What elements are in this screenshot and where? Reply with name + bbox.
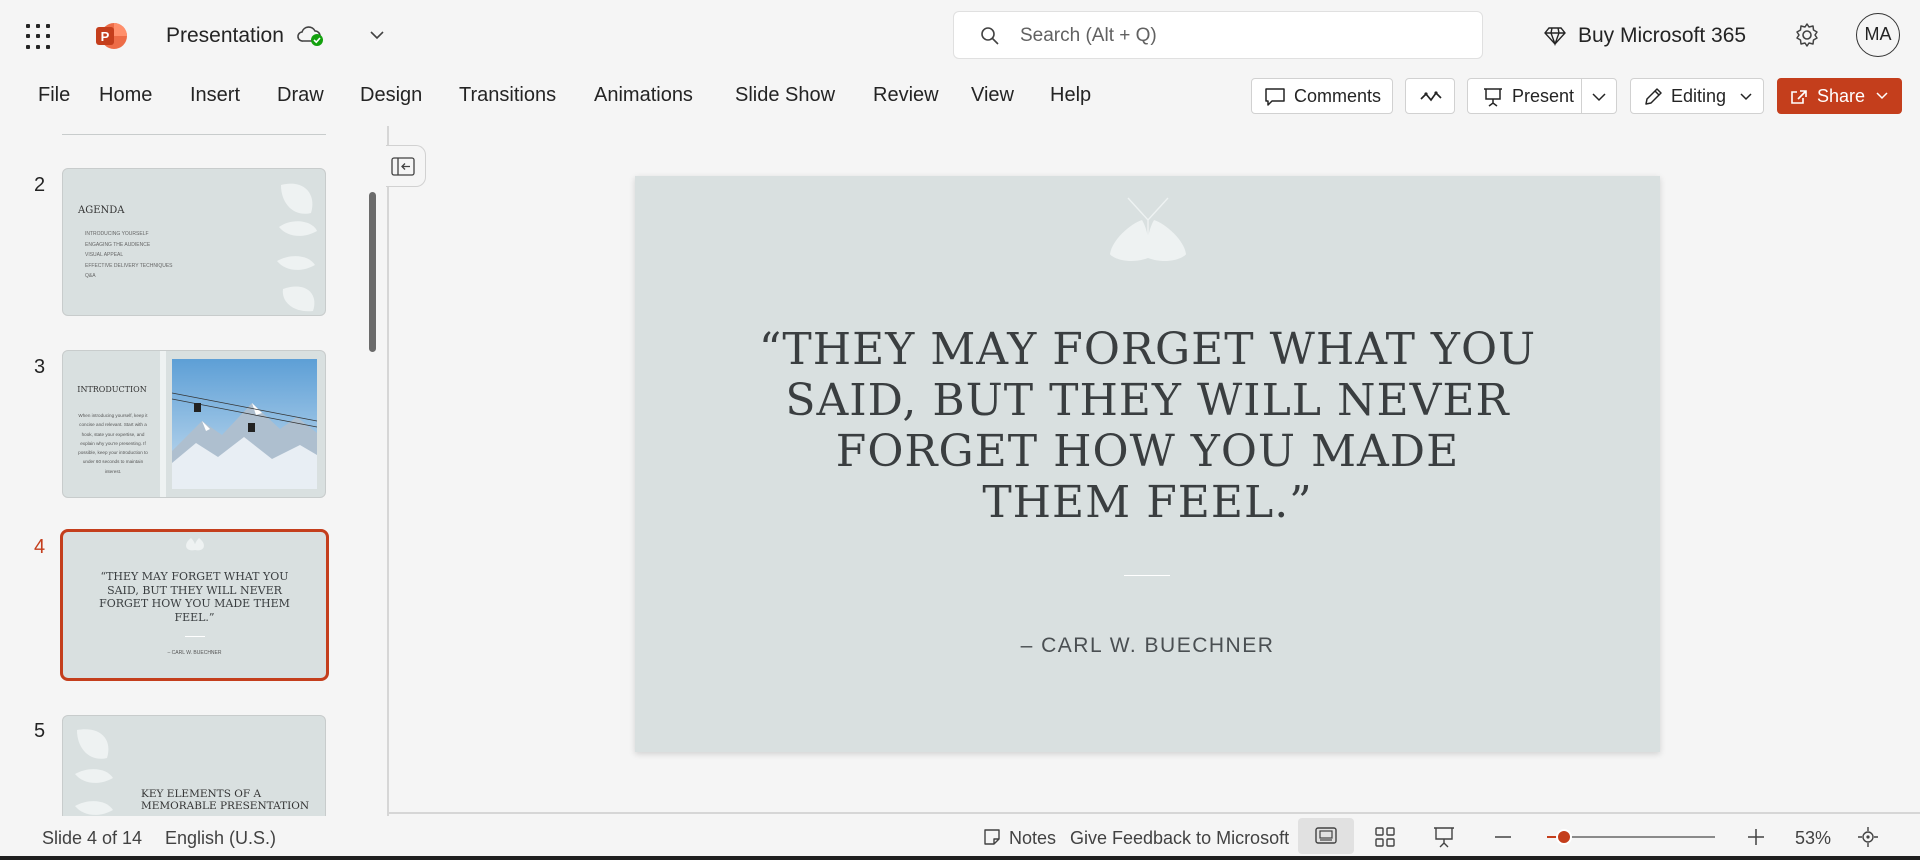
avatar[interactable]: MA [1856,13,1900,57]
editing-label: Editing [1671,86,1727,106]
slide-thumbnail-3[interactable]: INTRODUCTION When introducing yourself, … [62,350,326,498]
previous-thumb-edge [62,134,326,135]
thumb-title: KEY ELEMENTS OF A MEMORABLE PRESENTATION [141,788,310,812]
normal-view-icon [1315,827,1337,844]
mountain-photo [172,359,317,489]
app-launcher-icon[interactable] [26,24,52,50]
feedback-link[interactable]: Give Feedback to Microsoft [1070,828,1289,849]
thumb-title: AGENDA [78,205,125,216]
slide-number: 5 [34,720,46,742]
thumb-divider [160,351,166,497]
present-label: Present [1512,86,1575,106]
tab-view[interactable]: View [971,84,1014,107]
zoom-out-icon[interactable] [1493,827,1513,847]
leaf-decoration-icon [277,183,317,312]
language-indicator[interactable]: English (U.S.) [165,828,276,849]
cloud-saved-icon[interactable] [295,23,325,47]
diamond-icon [1544,26,1566,46]
chevron-down-icon[interactable] [368,26,386,44]
search-icon [980,26,1000,46]
chevron-down-icon[interactable] [1591,89,1607,105]
slide-thumbnail-5[interactable]: KEY ELEMENTS OF A MEMORABLE PRESENTATION [62,715,326,816]
thumb-quote: “THEY MAY FORGET WHAT YOU SAID, BUT THEY… [99,570,290,624]
comments-button[interactable]: Comments [1251,78,1393,114]
fit-to-window-icon[interactable] [1857,826,1879,848]
leaf-decoration-icon [186,538,204,551]
collapse-pane-button[interactable] [386,145,426,187]
powerpoint-logo-icon: P [96,21,128,51]
notes-divider [389,812,1920,814]
thumb-body: When introducing yourself, keep it conci… [78,413,148,474]
present-button[interactable]: Present [1467,78,1617,114]
catch-up-button[interactable] [1405,78,1455,114]
document-title[interactable]: Presentation [166,24,284,48]
share-button[interactable]: Share [1777,78,1902,114]
pencil-icon [1645,88,1662,105]
thumb-title: INTRODUCTION [77,385,147,394]
chevron-down-icon [1740,93,1752,101]
share-icon [1791,90,1807,104]
zoom-level[interactable]: 53% [1795,828,1831,849]
present-icon [1484,88,1502,107]
thumbnail-scrollbar[interactable] [369,192,376,352]
slide-thumbnail-2[interactable]: AGENDA INTRODUCING YOURSELF ENGAGING THE… [62,168,326,316]
gear-icon[interactable] [1794,22,1820,48]
slide-position: Slide 4 of 14 [42,828,143,848]
thumb-bullets: INTRODUCING YOURSELF ENGAGING THE AUDIEN… [85,231,173,279]
tab-home[interactable]: Home [99,84,152,107]
zoom-slider-track[interactable] [1555,836,1715,838]
notes-button[interactable]: Notes [1009,828,1056,849]
slide-thumbnail-pane[interactable]: 2 AGENDA INTRODUCING YOURSELF ENGAGING T… [0,126,385,816]
tab-file[interactable]: File [38,84,70,107]
tab-animations[interactable]: Animations [594,84,693,107]
pane-divider[interactable] [387,126,389,816]
reading-view-icon[interactable] [1433,825,1455,849]
leaf-decoration-icon [75,729,113,815]
tab-help[interactable]: Help [1050,84,1091,107]
tab-draw[interactable]: Draw [277,84,324,107]
split-divider [1581,79,1582,113]
comment-icon [1265,88,1285,106]
normal-view-button-active[interactable] [1298,818,1354,854]
comments-label: Comments [1294,86,1382,106]
slide-canvas[interactable]: “THEY MAY FORGET WHAT YOU SAID, BUT THEY… [635,176,1660,752]
slide-thumbnail-4[interactable]: “THEY MAY FORGET WHAT YOU SAID, BUT THEY… [60,529,329,681]
quote-divider [1124,575,1170,576]
tab-insert[interactable]: Insert [190,84,240,107]
share-label: Share [1817,86,1866,106]
slide-sorter-icon[interactable] [1374,826,1396,848]
tab-slide-show[interactable]: Slide Show [735,84,835,107]
editing-mode-button[interactable]: Editing [1630,78,1764,114]
zoom-slider-thumb[interactable] [1556,829,1572,845]
notes-icon[interactable] [982,827,1002,847]
collapse-pane-icon [391,157,415,176]
thumb-author: – CARL W. BUECHNER [167,650,222,656]
thumb-divider [185,636,205,637]
taskbar-edge [0,856,1920,860]
chevron-down-icon [1876,92,1888,100]
slide-number: 2 [34,174,46,196]
leaf-decoration-icon [1110,197,1186,262]
tab-design[interactable]: Design [360,84,422,107]
search-box[interactable]: Search (Alt + Q) [953,11,1483,59]
slide-number: 3 [34,356,46,378]
zoom-in-icon[interactable] [1746,827,1766,847]
buy-microsoft-365-button[interactable]: Buy Microsoft 365 [1578,24,1746,48]
slide-quote[interactable]: “THEY MAY FORGET WHAT YOU SAID, BUT THEY… [755,324,1540,528]
tab-review[interactable]: Review [873,84,939,107]
slide-number-selected: 4 [34,536,46,558]
slide-author[interactable]: – CARL W. BUECHNER [635,634,1660,658]
title-bar: P Presentation Search (Alt + Q) Buy Micr… [0,0,1920,70]
svg-text:P: P [101,29,110,44]
activity-icon [1420,91,1442,102]
search-placeholder: Search (Alt + Q) [1020,25,1157,46]
tab-transitions[interactable]: Transitions [459,84,556,107]
